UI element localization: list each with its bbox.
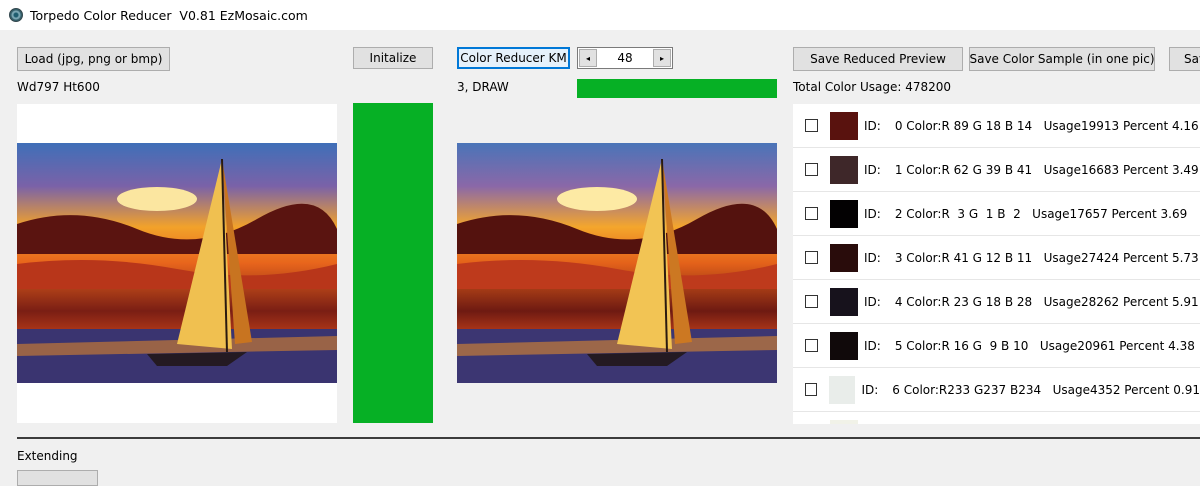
load-button[interactable]: Load (jpg, png or bmp) xyxy=(17,47,170,71)
color-swatch-0 xyxy=(830,111,858,140)
color-row-2[interactable]: ID: 2 Color:R 3 G 1 B 2 Usage17657 Perce… xyxy=(793,192,1200,236)
color-info: 2 Color:R 3 G 1 B 2 Usage17657 Percent 3… xyxy=(894,206,1188,221)
color-swatch-6 xyxy=(829,375,856,404)
title-bar: Torpedo Color Reducer V0.81 EzMosaic.com xyxy=(0,0,1200,30)
color-checkbox-2[interactable] xyxy=(805,207,818,220)
color-swatch-2 xyxy=(830,199,858,228)
color-swatch-1 xyxy=(830,155,858,184)
save-extra-button[interactable]: Sav xyxy=(1169,47,1200,71)
color-count-spinner[interactable]: ◂ 48 ▸ xyxy=(577,47,673,69)
reduce-progress-bar xyxy=(577,79,777,98)
window-title: Torpedo Color Reducer V0.81 EzMosaic.com xyxy=(30,7,308,23)
color-info: 4 Color:R 23 G 18 B 28 Usage28262 Percen… xyxy=(894,294,1199,309)
id-label: ID: xyxy=(861,382,879,397)
color-checkbox-0[interactable] xyxy=(805,119,818,132)
id-label: ID: xyxy=(864,162,881,177)
color-checkbox-1[interactable] xyxy=(805,163,818,176)
id-label: ID: xyxy=(864,206,881,221)
original-image xyxy=(17,143,337,383)
color-swatch-4 xyxy=(830,287,858,316)
id-label: ID: xyxy=(864,118,881,133)
initialize-progress-bar xyxy=(353,103,433,423)
color-checkbox-3[interactable] xyxy=(805,251,818,264)
extending-label: Extending xyxy=(17,449,78,463)
color-reducer-button[interactable]: Color Reducer KM xyxy=(457,47,570,69)
color-checkbox-4[interactable] xyxy=(805,295,818,308)
id-label: ID: xyxy=(864,338,881,353)
color-count-value[interactable]: 48 xyxy=(598,51,652,65)
color-row-7[interactable] xyxy=(793,412,1200,424)
initialize-button[interactable]: Initalize xyxy=(353,47,433,69)
save-reduced-preview-button[interactable]: Save Reduced Preview xyxy=(793,47,963,71)
original-image-panel xyxy=(17,104,337,423)
id-label: ID: xyxy=(864,294,881,309)
color-info: 5 Color:R 16 G 9 B 10 Usage20961 Percent… xyxy=(894,338,1195,353)
decrease-arrow-icon[interactable]: ◂ xyxy=(579,49,597,67)
color-list-panel[interactable]: ID: 0 Color:R 89 G 18 B 14 Usage19913 Pe… xyxy=(793,104,1200,424)
status-text: 3, DRAW xyxy=(457,80,509,94)
image-dimensions: Wd797 Ht600 xyxy=(17,80,100,94)
color-row-6[interactable]: ID: 6 Color:R233 G237 B234 Usage4352 Per… xyxy=(793,368,1200,412)
color-info: 6 Color:R233 G237 B234 Usage4352 Percent… xyxy=(892,382,1200,397)
color-swatch-7 xyxy=(830,420,858,424)
total-color-usage: Total Color Usage: 478200 xyxy=(793,80,952,94)
app-icon xyxy=(9,8,23,22)
extending-button[interactable] xyxy=(17,470,98,486)
color-row-4[interactable]: ID: 4 Color:R 23 G 18 B 28 Usage28262 Pe… xyxy=(793,280,1200,324)
color-checkbox-5[interactable] xyxy=(805,339,818,352)
color-swatch-3 xyxy=(830,243,858,272)
color-checkbox-6[interactable] xyxy=(805,383,818,396)
color-info: 1 Color:R 62 G 39 B 41 Usage16683 Percen… xyxy=(894,162,1199,177)
color-row-1[interactable]: ID: 1 Color:R 62 G 39 B 41 Usage16683 Pe… xyxy=(793,148,1200,192)
color-row-5[interactable]: ID: 5 Color:R 16 G 9 B 10 Usage20961 Per… xyxy=(793,324,1200,368)
id-label: ID: xyxy=(864,250,881,265)
color-info: 3 Color:R 41 G 12 B 11 Usage27424 Percen… xyxy=(894,250,1199,265)
color-info: 0 Color:R 89 G 18 B 14 Usage19913 Percen… xyxy=(894,118,1199,133)
reduced-preview-image xyxy=(457,143,777,383)
color-row-0[interactable]: ID: 0 Color:R 89 G 18 B 14 Usage19913 Pe… xyxy=(793,104,1200,148)
increase-arrow-icon[interactable]: ▸ xyxy=(653,49,671,67)
color-swatch-5 xyxy=(830,331,858,360)
save-color-sample-button[interactable]: Save Color Sample (in one pic) xyxy=(969,47,1155,71)
separator-line xyxy=(17,437,1200,439)
color-row-3[interactable]: ID: 3 Color:R 41 G 12 B 11 Usage27424 Pe… xyxy=(793,236,1200,280)
